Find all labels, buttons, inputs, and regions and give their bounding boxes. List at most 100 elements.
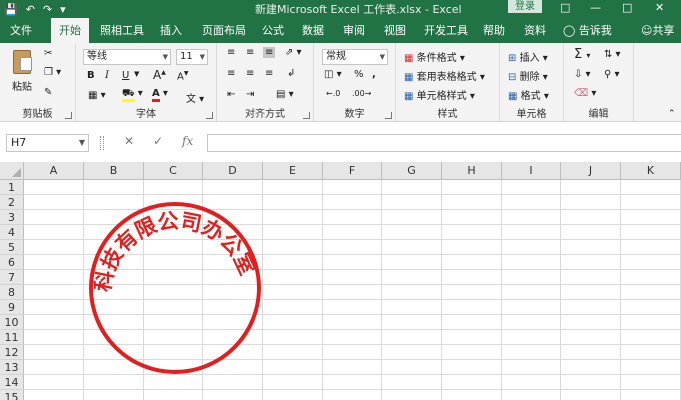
delete-cells-button[interactable]: ⊟ 删除 ▾: [508, 68, 548, 83]
tab-view[interactable]: 视图: [384, 18, 406, 43]
row-header-7[interactable]: 7: [0, 270, 24, 285]
tab-developer[interactable]: 开发工具: [424, 18, 468, 43]
clipboard-launcher-icon[interactable]: [65, 112, 72, 119]
column-header-d[interactable]: D: [203, 162, 263, 180]
tab-data[interactable]: 数据: [302, 18, 324, 43]
formula-bar-splitter[interactable]: [100, 136, 104, 150]
row-header-2[interactable]: 2: [0, 195, 24, 210]
decrease-decimal-icon[interactable]: .00→: [352, 89, 371, 98]
underline-button[interactable]: U: [122, 70, 129, 81]
column-header-f[interactable]: F: [323, 162, 382, 180]
align-right-icon[interactable]: ≡: [265, 68, 273, 79]
column-header-i[interactable]: I: [502, 162, 561, 180]
redo-icon[interactable]: ↷: [43, 3, 52, 16]
phonetic-icon[interactable]: 文 ▾: [186, 90, 204, 105]
wrap-text-icon[interactable]: ↲: [287, 68, 295, 79]
maximize-icon[interactable]: □: [622, 1, 632, 14]
autosum-icon[interactable]: Σ ▾: [574, 47, 590, 62]
increase-font-icon[interactable]: A▲: [153, 68, 166, 82]
row-header-13[interactable]: 13: [0, 360, 24, 375]
row-header-8[interactable]: 8: [0, 285, 24, 300]
comma-style-icon[interactable]: ,: [372, 69, 376, 80]
row-header-9[interactable]: 9: [0, 300, 24, 315]
formula-input[interactable]: [207, 134, 681, 152]
tab-formulas[interactable]: 公式: [262, 18, 284, 43]
company-seal[interactable]: 科技有限公司办公室: [82, 195, 268, 381]
tab-picture-tools[interactable]: 照相工具: [100, 18, 144, 43]
borders-icon[interactable]: ▦ ▾: [88, 90, 106, 101]
find-select-icon[interactable]: ⚲ ▾: [604, 69, 620, 80]
clear-icon[interactable]: ⌫ ▾: [574, 88, 596, 99]
font-name-combo[interactable]: 等线 ▼: [83, 49, 171, 65]
orientation-icon[interactable]: ⇗ ▾: [285, 47, 302, 58]
percent-style-icon[interactable]: %: [354, 69, 364, 80]
save-icon[interactable]: 💾: [4, 3, 18, 16]
collapse-ribbon-icon[interactable]: ⌃: [668, 109, 676, 119]
column-header-e[interactable]: E: [263, 162, 323, 180]
cancel-icon[interactable]: ✕: [124, 134, 134, 148]
align-left-icon[interactable]: ≡: [227, 68, 235, 79]
copy-icon[interactable]: ❐ ▾: [44, 67, 61, 78]
tab-help[interactable]: 帮助: [483, 18, 505, 43]
close-icon[interactable]: ✕: [655, 1, 664, 14]
align-middle-icon[interactable]: ≡: [246, 47, 254, 58]
align-center-icon[interactable]: ≡: [246, 68, 254, 79]
column-header-a[interactable]: A: [24, 162, 84, 180]
fill-icon[interactable]: ⇩ ▾: [574, 69, 591, 80]
column-header-c[interactable]: C: [144, 162, 203, 180]
column-header-k[interactable]: K: [621, 162, 681, 180]
undo-icon[interactable]: ↶: [26, 3, 35, 16]
number-launcher-icon[interactable]: [385, 112, 392, 119]
tell-me-search[interactable]: ◯ 告诉我: [563, 18, 612, 43]
sort-filter-icon[interactable]: ⇅ ▾: [604, 49, 621, 60]
number-format-combo[interactable]: 常规 ▼: [322, 49, 388, 65]
column-header-j[interactable]: J: [561, 162, 621, 180]
row-header-14[interactable]: 14: [0, 375, 24, 390]
tab-resources[interactable]: 资料: [524, 18, 546, 43]
select-all-button[interactable]: [0, 162, 24, 180]
tab-file[interactable]: 文件: [10, 18, 32, 43]
column-header-b[interactable]: B: [84, 162, 144, 180]
underline-dropdown-icon[interactable]: ▼: [134, 70, 139, 78]
row-header-6[interactable]: 6: [0, 255, 24, 270]
increase-indent-icon[interactable]: ⇥: [246, 89, 254, 100]
decrease-font-icon[interactable]: A▼: [177, 70, 188, 82]
customize-qat-icon[interactable]: ▾: [60, 3, 66, 16]
align-top-icon[interactable]: ≡: [227, 47, 235, 58]
format-cells-button[interactable]: ▦ 格式 ▾: [508, 87, 549, 102]
format-as-table-button[interactable]: ▦ 套用表格格式 ▾: [404, 68, 485, 83]
share-button[interactable]: ☺共享: [641, 18, 674, 43]
ribbon-display-options-icon[interactable]: □: [560, 1, 570, 14]
enter-icon[interactable]: ✓: [153, 134, 163, 148]
italic-button[interactable]: I: [105, 70, 109, 81]
increase-decimal-icon[interactable]: ←.0: [326, 89, 340, 98]
font-size-combo[interactable]: 11 ▼: [176, 49, 208, 65]
decrease-indent-icon[interactable]: ⇤: [227, 89, 235, 100]
cut-icon[interactable]: ✂: [44, 48, 52, 59]
alignment-launcher-icon[interactable]: [303, 112, 310, 119]
row-header-11[interactable]: 11: [0, 330, 24, 345]
tab-insert[interactable]: 插入: [160, 18, 182, 43]
tab-home[interactable]: 开始: [51, 18, 89, 43]
currency-format-icon[interactable]: ◫ ▾: [324, 69, 342, 80]
row-header-1[interactable]: 1: [0, 180, 24, 195]
paste-button[interactable]: [9, 48, 35, 78]
align-bottom-icon[interactable]: ≡: [263, 47, 276, 58]
cell-styles-button[interactable]: ▦ 单元格样式 ▾: [404, 87, 475, 102]
login-button[interactable]: 登录: [508, 0, 542, 13]
tab-page-layout[interactable]: 页面布局: [202, 18, 246, 43]
row-header-5[interactable]: 5: [0, 240, 24, 255]
column-header-h[interactable]: H: [442, 162, 502, 180]
merge-center-icon[interactable]: ▤ ▾: [276, 89, 294, 100]
tab-review[interactable]: 审阅: [343, 18, 365, 43]
minimize-icon[interactable]: —: [590, 1, 601, 14]
row-header-3[interactable]: 3: [0, 210, 24, 225]
column-header-g[interactable]: G: [382, 162, 442, 180]
format-painter-icon[interactable]: ✎: [44, 87, 52, 98]
row-header-15[interactable]: 15: [0, 390, 24, 400]
insert-cells-button[interactable]: ⊞ 插入 ▾: [508, 49, 548, 64]
row-header-12[interactable]: 12: [0, 345, 24, 360]
row-header-4[interactable]: 4: [0, 225, 24, 240]
bold-button[interactable]: B: [87, 70, 95, 81]
font-launcher-icon[interactable]: [206, 112, 213, 119]
